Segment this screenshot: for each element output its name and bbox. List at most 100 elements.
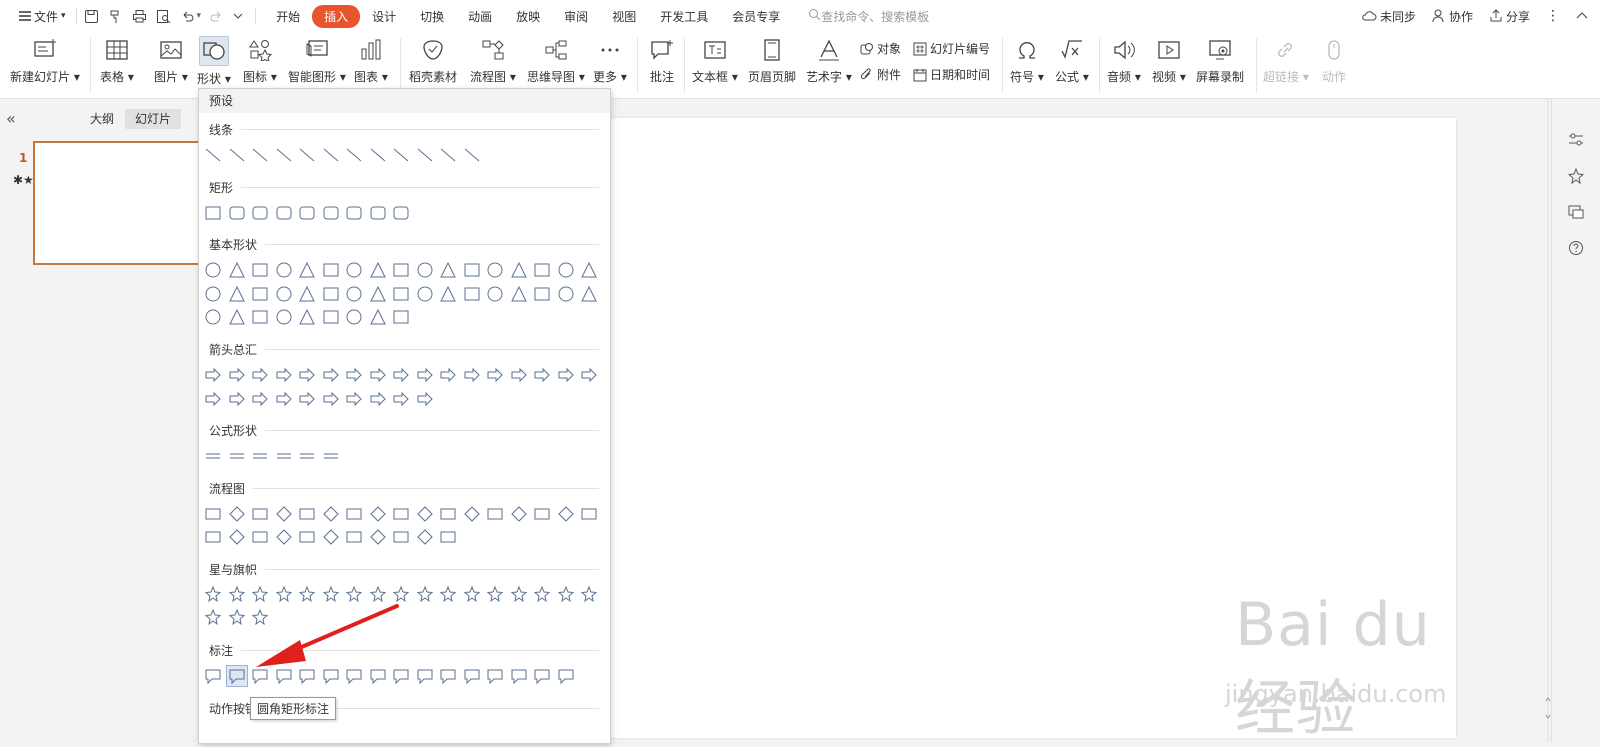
flow-shape-icon[interactable]	[297, 527, 317, 547]
flow-shape-icon[interactable]	[203, 504, 223, 524]
basic-shape-icon[interactable]	[274, 307, 294, 327]
flow-shape-icon[interactable]	[438, 527, 458, 547]
tab-transitions[interactable]: 切换	[408, 8, 456, 25]
rect-shape-icon[interactable]	[344, 203, 364, 223]
object-button[interactable]: 对象	[860, 40, 901, 57]
eq-shape-icon[interactable]	[203, 446, 223, 466]
rect-shape-icon[interactable]	[274, 203, 294, 223]
basic-shape-icon[interactable]	[227, 284, 247, 304]
arrow-shape-icon[interactable]	[274, 365, 294, 385]
flow-shape-icon[interactable]	[274, 504, 294, 524]
datetime-button[interactable]: 日期和时间	[913, 66, 990, 83]
eq-shape-icon[interactable]	[250, 446, 270, 466]
basic-shape-icon[interactable]	[250, 284, 270, 304]
arrow-shape-icon[interactable]	[391, 365, 411, 385]
smartart-button[interactable]: 智能图形 ▾	[288, 36, 346, 92]
callout-shape-icon[interactable]	[556, 666, 576, 686]
flow-shape-icon[interactable]	[579, 504, 599, 524]
audio-button[interactable]: 音频 ▾	[1107, 36, 1141, 92]
rect-shape-icon[interactable]	[227, 203, 247, 223]
basic-shape-icon[interactable]	[579, 284, 599, 304]
line-shape-icon[interactable]	[344, 145, 364, 165]
rect-shape-icon[interactable]	[203, 203, 223, 223]
basic-shape-icon[interactable]	[462, 260, 482, 280]
callout-shape-icon[interactable]	[509, 666, 529, 686]
flow-shape-icon[interactable]	[485, 504, 505, 524]
basic-shape-icon[interactable]	[485, 284, 505, 304]
basic-shape-icon[interactable]	[556, 284, 576, 304]
textbox-button[interactable]: 文本框 ▾	[692, 36, 738, 92]
tab-slideshow[interactable]: 放映	[504, 8, 552, 25]
arrow-shape-icon[interactable]	[438, 365, 458, 385]
arrow-shape-icon[interactable]	[203, 389, 223, 409]
line-shape-icon[interactable]	[415, 145, 435, 165]
star-shape-icon[interactable]	[556, 585, 576, 605]
search-box[interactable]: 查找命令、搜索模板	[808, 8, 929, 25]
callout-shape-icon[interactable]	[344, 666, 364, 686]
icon-button[interactable]: 图标 ▾	[243, 36, 277, 92]
hyperlink-button[interactable]: 超链接 ▾	[1263, 36, 1309, 92]
star-shape-icon[interactable]	[462, 585, 482, 605]
flow-shape-icon[interactable]	[321, 504, 341, 524]
chart-button[interactable]: 图表 ▾	[354, 36, 388, 92]
arrow-shape-icon[interactable]	[532, 365, 552, 385]
eq-shape-icon[interactable]	[274, 446, 294, 466]
flow-shape-icon[interactable]	[227, 527, 247, 547]
save-icon[interactable]	[83, 7, 101, 25]
basic-shape-icon[interactable]	[579, 260, 599, 280]
comment-button[interactable]: 批注	[648, 36, 676, 92]
arrow-shape-icon[interactable]	[274, 389, 294, 409]
basic-shape-icon[interactable]	[391, 260, 411, 280]
arrow-shape-icon[interactable]	[556, 365, 576, 385]
callout-shape-icon[interactable]	[532, 666, 552, 686]
basic-shape-icon[interactable]	[556, 260, 576, 280]
undo-chevron-icon[interactable]: ▾	[197, 11, 202, 21]
star-shape-icon[interactable]	[203, 585, 223, 605]
star-shape-icon[interactable]	[391, 585, 411, 605]
flow-shape-icon[interactable]	[368, 504, 388, 524]
flow-shape-icon[interactable]	[203, 527, 223, 547]
flow-shape-icon[interactable]	[438, 504, 458, 524]
star-shape-icon[interactable]	[509, 585, 529, 605]
action-button[interactable]: 动作	[1320, 36, 1348, 92]
callout-shape-icon[interactable]	[203, 666, 223, 686]
basic-shape-icon[interactable]	[438, 260, 458, 280]
basic-shape-icon[interactable]	[227, 260, 247, 280]
shape-button[interactable]: 形状 ▾	[197, 36, 231, 92]
slide-thumbnail[interactable]	[33, 141, 203, 265]
tab-insert[interactable]: 插入	[312, 4, 361, 28]
properties-icon[interactable]	[1567, 131, 1585, 149]
basic-shape-icon[interactable]	[297, 307, 317, 327]
star-shape-icon[interactable]	[227, 585, 247, 605]
attachment-button[interactable]: 附件	[860, 66, 901, 83]
flow-shape-icon[interactable]	[462, 504, 482, 524]
basic-shape-icon[interactable]	[368, 260, 388, 280]
flow-shape-icon[interactable]	[274, 527, 294, 547]
star-shape-icon[interactable]	[274, 585, 294, 605]
flow-shape-icon[interactable]	[415, 527, 435, 547]
line-shape-icon[interactable]	[391, 145, 411, 165]
basic-shape-icon[interactable]	[509, 284, 529, 304]
callout-shape-icon[interactable]	[297, 666, 317, 686]
flow-shape-icon[interactable]	[532, 504, 552, 524]
flow-shape-icon[interactable]	[321, 527, 341, 547]
star-shape-icon[interactable]	[297, 585, 317, 605]
callout-shape-icon[interactable]	[391, 666, 411, 686]
flow-shape-icon[interactable]	[344, 527, 364, 547]
basic-shape-icon[interactable]	[438, 284, 458, 304]
line-shape-icon[interactable]	[438, 145, 458, 165]
flow-shape-icon[interactable]	[509, 504, 529, 524]
rect-shape-icon[interactable]	[391, 203, 411, 223]
rect-shape-icon[interactable]	[297, 203, 317, 223]
arrow-shape-icon[interactable]	[368, 389, 388, 409]
mindmap-button[interactable]: 思维导图 ▾	[527, 36, 585, 92]
basic-shape-icon[interactable]	[203, 284, 223, 304]
screen-record-button[interactable]: 屏幕录制	[1196, 36, 1244, 92]
symbol-button[interactable]: 符号 ▾	[1010, 36, 1044, 92]
arrow-shape-icon[interactable]	[368, 365, 388, 385]
more-vertical-icon[interactable]: ⋮	[1546, 8, 1560, 24]
star-shape-icon[interactable]	[438, 585, 458, 605]
line-shape-icon[interactable]	[368, 145, 388, 165]
star-shape-icon[interactable]	[203, 608, 223, 628]
line-shape-icon[interactable]	[462, 145, 482, 165]
